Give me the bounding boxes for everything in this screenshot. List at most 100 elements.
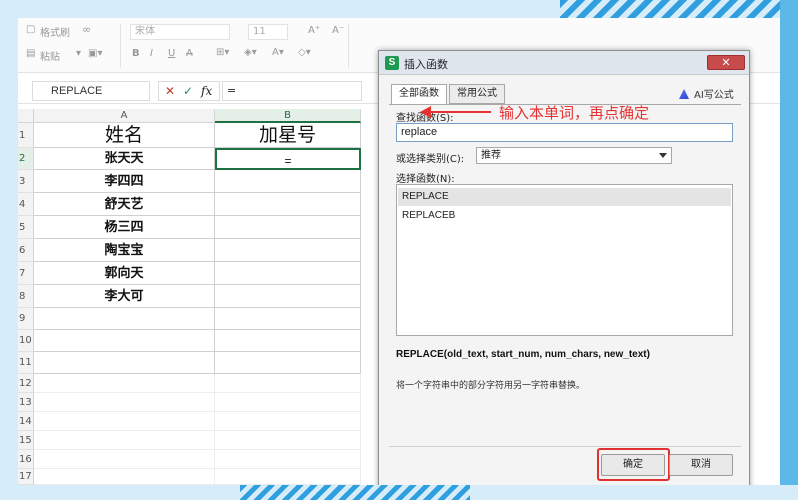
cancel-formula-icon[interactable]: ✕ — [165, 82, 175, 100]
ai-logo-icon — [679, 89, 689, 99]
function-signature: REPLACE(old_text, start_num, num_chars, … — [396, 349, 650, 360]
format-painter-icon[interactable]: ▢ — [26, 24, 35, 35]
result-cell[interactable] — [215, 285, 361, 308]
formula-input[interactable]: = — [222, 81, 362, 101]
result-cell[interactable] — [215, 193, 361, 216]
underline-icon[interactable]: U — [168, 48, 175, 59]
bold-icon[interactable]: B — [132, 48, 140, 59]
copy-icon[interactable]: ▣▾ — [88, 48, 102, 59]
empty-cell[interactable] — [215, 374, 361, 393]
function-search-input[interactable]: replace — [396, 123, 733, 142]
row-header[interactable]: 3 — [18, 170, 34, 193]
dialog-title: 插入函数 — [404, 58, 448, 71]
row-header[interactable]: 14 — [18, 412, 34, 431]
confirm-formula-icon[interactable]: ✓ — [183, 82, 193, 100]
decorative-frame-right — [780, 0, 798, 500]
row-header[interactable]: 5 — [18, 216, 34, 239]
name-box[interactable]: REPLACE — [32, 81, 150, 101]
row-header[interactable]: 10 — [18, 330, 34, 352]
ribbon-divider — [348, 24, 349, 68]
function-list[interactable]: REPLACE REPLACEB — [396, 184, 733, 336]
font-size-select[interactable]: 11 — [248, 24, 288, 40]
row-header[interactable]: 8 — [18, 285, 34, 308]
header-cell-star[interactable]: 加星号 — [215, 123, 361, 148]
empty-cell[interactable] — [34, 374, 215, 393]
select-function-label: 选择函数(N): — [396, 174, 455, 185]
header-cell-name[interactable]: 姓名 — [34, 123, 215, 148]
column-header-a[interactable]: A — [34, 109, 215, 123]
empty-cell[interactable] — [215, 450, 361, 469]
footer-divider — [389, 446, 741, 447]
name-cell[interactable]: 舒天艺 — [34, 193, 215, 216]
paste-dropdown-icon[interactable]: ▾ — [76, 48, 81, 59]
clear-format-icon[interactable]: ◇▾ — [298, 47, 311, 58]
row-header[interactable]: 17 — [18, 469, 34, 485]
result-cell[interactable] — [215, 308, 361, 330]
name-cell[interactable] — [34, 308, 215, 330]
empty-cell[interactable] — [215, 431, 361, 450]
tab-common-formulas[interactable]: 常用公式 — [449, 84, 505, 104]
category-label: 或选择类别(C): — [396, 154, 465, 165]
border-icon[interactable]: ⊞▾ — [216, 47, 229, 58]
empty-cell[interactable] — [215, 469, 361, 485]
decorative-stripes — [560, 0, 798, 18]
column-header-b[interactable]: B — [215, 109, 361, 123]
empty-cell[interactable] — [34, 469, 215, 485]
fill-color-icon[interactable]: ◈▾ — [244, 47, 257, 58]
function-item-replaceb[interactable]: REPLACEB — [398, 207, 731, 225]
category-select[interactable]: 推荐 — [476, 147, 672, 164]
ok-button[interactable]: 确定 — [601, 454, 665, 476]
paste-label[interactable]: 粘贴 — [40, 48, 60, 63]
empty-cell[interactable] — [34, 450, 215, 469]
row-header[interactable]: 9 — [18, 308, 34, 330]
name-cell[interactable]: 陶宝宝 — [34, 239, 215, 262]
font-color-icon[interactable]: A▾ — [272, 47, 284, 58]
result-cell[interactable] — [215, 262, 361, 285]
font-name-select[interactable]: 宋体 — [130, 24, 230, 40]
row-header[interactable]: 2 — [18, 148, 34, 170]
name-cell[interactable]: 张天天 — [34, 148, 215, 170]
name-cell[interactable]: 杨三四 — [34, 216, 215, 239]
function-item-replace[interactable]: REPLACE — [398, 188, 731, 206]
result-cell[interactable] — [215, 216, 361, 239]
tab-all-functions[interactable]: 全部函数 — [391, 84, 447, 105]
name-cell[interactable] — [34, 330, 215, 352]
row-header[interactable]: 7 — [18, 262, 34, 285]
decrease-font-icon[interactable]: A⁻ — [332, 25, 344, 36]
empty-cell[interactable] — [34, 412, 215, 431]
fx-icon[interactable]: fx — [201, 82, 212, 100]
result-cell[interactable] — [215, 239, 361, 262]
function-description: 将一个字符串中的部分字符用另一字符串替换。 — [396, 381, 586, 391]
strikethrough-icon[interactable]: A — [186, 48, 193, 59]
row-header[interactable]: 1 — [18, 123, 34, 148]
empty-cell[interactable] — [34, 393, 215, 412]
increase-font-icon[interactable]: A⁺ — [308, 25, 320, 36]
cancel-button[interactable]: 取消 — [669, 454, 733, 476]
link-icon[interactable]: ∞ — [82, 23, 91, 36]
result-cell[interactable] — [215, 170, 361, 193]
close-button[interactable]: ✕ — [707, 55, 745, 70]
empty-cell[interactable] — [34, 431, 215, 450]
row-header[interactable]: 6 — [18, 239, 34, 262]
empty-cell[interactable] — [215, 412, 361, 431]
row-header[interactable]: 15 — [18, 431, 34, 450]
ai-formula-button[interactable]: AI写公式 — [679, 86, 734, 101]
paste-icon[interactable]: ▤ — [26, 48, 35, 59]
empty-cell[interactable] — [215, 393, 361, 412]
ribbon-divider — [120, 24, 121, 68]
active-cell[interactable]: = — [215, 148, 361, 170]
name-cell[interactable]: 李四四 — [34, 170, 215, 193]
row-header[interactable]: 4 — [18, 193, 34, 216]
format-painter-label[interactable]: 格式刷 — [40, 24, 70, 39]
row-header[interactable]: 11 — [18, 352, 34, 374]
name-cell[interactable] — [34, 352, 215, 374]
row-header[interactable]: 16 — [18, 450, 34, 469]
name-cell[interactable]: 李大可 — [34, 285, 215, 308]
row-header[interactable]: 12 — [18, 374, 34, 393]
row-header[interactable]: 13 — [18, 393, 34, 412]
italic-icon[interactable]: I — [150, 48, 153, 59]
name-cell[interactable]: 郭向天 — [34, 262, 215, 285]
result-cell[interactable] — [215, 330, 361, 352]
result-cell[interactable] — [215, 352, 361, 374]
select-all-corner[interactable] — [18, 109, 34, 123]
